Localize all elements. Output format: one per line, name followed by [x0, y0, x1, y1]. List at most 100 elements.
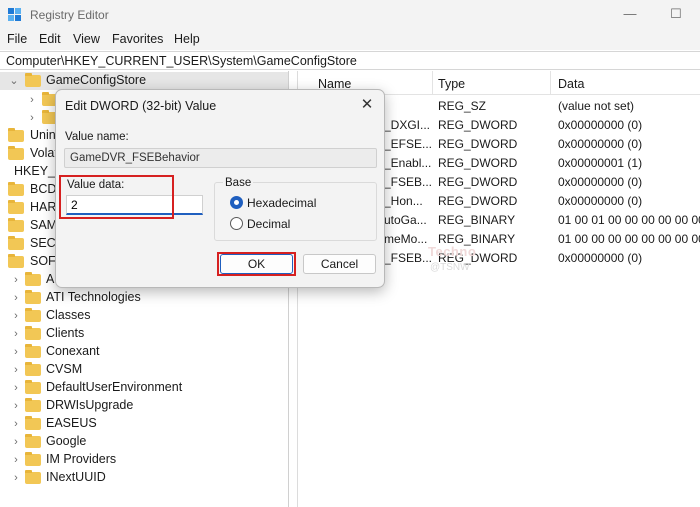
tree-item-label: Clients [46, 326, 85, 340]
value-type: REG_DWORD [438, 194, 518, 208]
tree-item[interactable]: › Classes [0, 307, 288, 325]
column-divider[interactable] [432, 71, 433, 95]
value-type: REG_DWORD [438, 118, 518, 132]
menu-file[interactable]: File [7, 32, 27, 46]
folder-icon [8, 146, 24, 160]
folder-icon [25, 398, 41, 412]
folder-icon [8, 182, 24, 196]
value-name-label: Value name: [65, 131, 129, 143]
collapse-chevron-icon[interactable]: › [10, 344, 22, 360]
menu-view[interactable]: View [73, 32, 100, 46]
folder-icon [25, 272, 41, 286]
tree-item-label: CVSM [46, 362, 83, 376]
edit-dword-dialog: Edit DWORD (32-bit) Value ✕ Value name: … [55, 89, 385, 288]
tree-item-label: DefaultUserEnvironment [46, 380, 183, 394]
tree-item-label: Classes [46, 308, 91, 322]
collapse-chevron-icon[interactable]: › [10, 326, 22, 342]
value-data: 01 00 01 00 00 00 00 00 00 00 [558, 213, 700, 227]
value-name: _Enabl... [384, 156, 432, 170]
collapse-chevron-icon[interactable]: › [10, 362, 22, 378]
window-title: Registry Editor [30, 8, 109, 22]
tree-item-label: DRWIsUpgrade [46, 398, 134, 412]
collapse-chevron-icon[interactable]: › [10, 416, 22, 432]
expand-chevron-icon[interactable]: ⌄ [8, 73, 20, 89]
folder-icon [25, 452, 41, 466]
tree-item[interactable]: › Clients [0, 325, 288, 343]
column-header-data[interactable]: Data [558, 77, 584, 91]
tree-item-label: ATI Technologies [46, 290, 141, 304]
decimal-radio[interactable] [230, 217, 243, 230]
folder-icon [25, 73, 41, 87]
collapse-chevron-icon[interactable]: › [26, 92, 38, 108]
tree-item[interactable]: › Google [0, 433, 288, 451]
title-bar: Registry Editor — ☐ [0, 0, 700, 30]
value-data: 0x00000000 (0) [558, 118, 643, 132]
menu-bar: File Edit View Favorites Help [0, 30, 700, 50]
tree-item-label: Volat [30, 146, 58, 160]
menu-help[interactable]: Help [174, 32, 200, 46]
folder-icon [8, 200, 24, 214]
registry-editor-app-icon [8, 8, 22, 22]
tree-item-label: IM Providers [46, 452, 117, 466]
value-data: 0x00000000 (0) [558, 251, 643, 265]
folder-icon [25, 434, 41, 448]
collapse-chevron-icon[interactable]: › [10, 434, 22, 450]
tree-item[interactable]: › Conexant [0, 343, 288, 361]
base-groupbox [214, 182, 377, 241]
minimize-button[interactable]: — [610, 4, 650, 26]
collapse-chevron-icon[interactable]: › [10, 470, 22, 486]
close-icon[interactable]: ✕ [356, 94, 378, 116]
tree-item-label: Conexant [46, 344, 100, 358]
decimal-label[interactable]: Decimal [247, 217, 290, 231]
hexadecimal-radio[interactable] [230, 196, 243, 209]
collapse-chevron-icon[interactable]: › [10, 290, 22, 306]
collapse-chevron-icon[interactable]: › [10, 272, 22, 288]
highlight-value-data-box [59, 175, 174, 219]
value-name: _DXGI... [384, 118, 431, 132]
address-bar[interactable]: Computer\HKEY_CURRENT_USER\System\GameCo… [0, 51, 700, 70]
value-name: utoGa... [384, 213, 427, 227]
value-name: _EFSE... [384, 137, 432, 151]
tree-item-label: SAM [30, 218, 58, 232]
folder-icon [8, 236, 24, 250]
value-data: 01 00 00 00 00 00 00 00 00 00 [558, 232, 700, 246]
column-header-type[interactable]: Type [438, 77, 465, 91]
maximize-button[interactable]: ☐ [656, 4, 696, 26]
tree-item-label: A [46, 272, 55, 286]
tree-item[interactable]: › CVSM [0, 361, 288, 379]
folder-icon [25, 470, 41, 484]
value-name: _FSEB... [384, 251, 432, 265]
tree-item[interactable]: › DefaultUserEnvironment [0, 379, 288, 397]
value-type: REG_DWORD [438, 175, 518, 189]
value-name: _Hon... [384, 194, 423, 208]
collapse-chevron-icon[interactable]: › [10, 380, 22, 396]
value-data: 0x00000000 (0) [558, 175, 643, 189]
cancel-button[interactable]: Cancel [303, 254, 376, 274]
menu-edit[interactable]: Edit [39, 32, 61, 46]
value-data: 0x00000000 (0) [558, 194, 643, 208]
tree-item[interactable]: › DRWIsUpgrade [0, 397, 288, 415]
value-type: REG_DWORD [438, 137, 518, 151]
tree-item-gameconfigstore[interactable]: ⌄ GameConfigStore [0, 72, 288, 90]
hexadecimal-label[interactable]: Hexadecimal [247, 196, 316, 210]
dialog-title: Edit DWORD (32-bit) Value [65, 99, 217, 113]
folder-icon [25, 380, 41, 394]
value-name-field: GameDVR_FSEBehavior [64, 148, 377, 168]
folder-icon [25, 308, 41, 322]
column-divider[interactable] [550, 71, 551, 95]
tree-item[interactable]: › IM Providers [0, 451, 288, 469]
tree-item[interactable]: › ATI Technologies [0, 289, 288, 307]
folder-icon [8, 218, 24, 232]
collapse-chevron-icon[interactable]: › [10, 308, 22, 324]
folder-icon [25, 416, 41, 430]
collapse-chevron-icon[interactable]: › [26, 110, 38, 126]
collapse-chevron-icon[interactable]: › [10, 452, 22, 468]
folder-icon [25, 290, 41, 304]
tree-item[interactable]: › INextUUID [0, 469, 288, 487]
value-data: (value not set) [558, 99, 635, 113]
address-path: Computer\HKEY_CURRENT_USER\System\GameCo… [6, 54, 357, 68]
tree-item[interactable]: › EASEUS [0, 415, 288, 433]
tree-item-label: Google [46, 434, 87, 448]
collapse-chevron-icon[interactable]: › [10, 398, 22, 414]
menu-favorites[interactable]: Favorites [112, 32, 163, 46]
